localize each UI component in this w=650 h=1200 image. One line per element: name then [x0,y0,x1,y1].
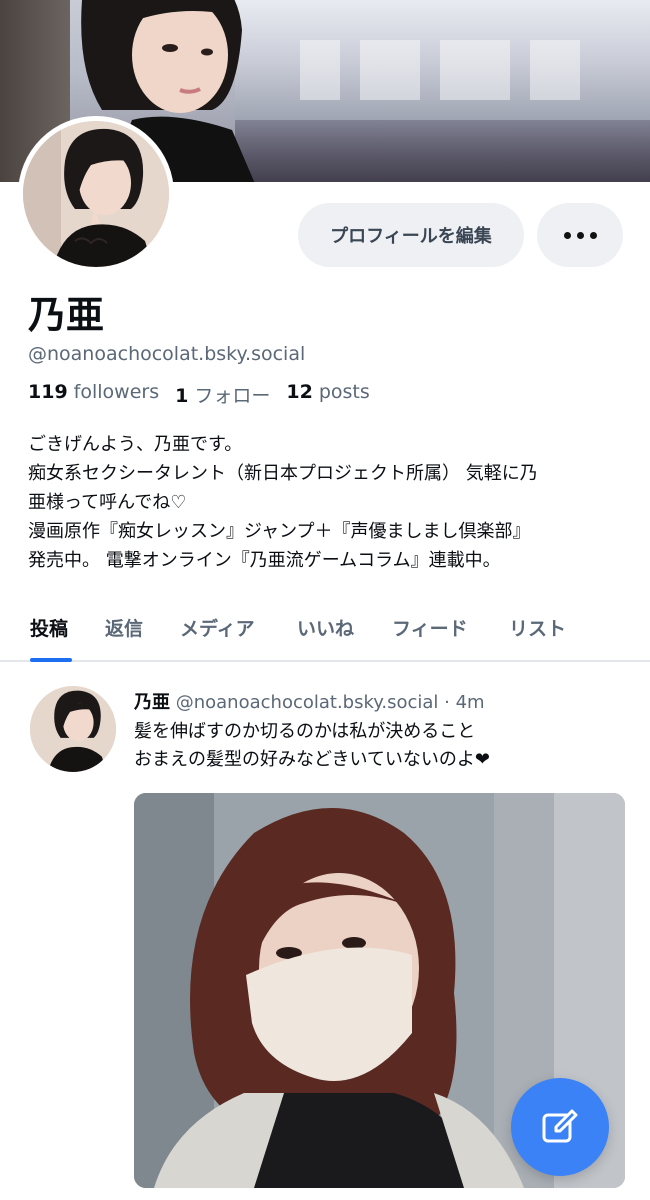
bio-line: ごきげんよう、乃亜です。 [28,434,243,455]
profile-handle: @noanoachocolat.bsky.social [28,343,306,365]
tab-likes[interactable]: いいね [297,614,354,641]
followers-label: followers [73,381,160,403]
bio-line: 痴女系セクシータレント（新日本プロジェクト所属） 気軽に乃 [28,463,538,484]
post-author-handle[interactable]: @noanoachocolat.bsky.social [176,692,439,713]
tab-feeds[interactable]: フィード [392,614,468,641]
posts-label: posts [318,381,370,403]
avatar-portrait [23,121,169,267]
edit-profile-button[interactable]: プロフィールを編集 [298,203,524,267]
banner-window [360,40,420,100]
post-text-line: 髪を伸ばすのか切るのかは私が決めること [134,721,476,742]
profile-tabs: 投稿 返信 メディア いいね フィード リスト [0,606,650,662]
tab-posts[interactable]: 投稿 [30,614,68,641]
banner-window [530,40,580,100]
more-horizontal-icon [561,231,600,239]
post-text: 髪を伸ばすのか切るのかは私が決めること おまえの髪型の好みなどきいていないのよ❤ [134,718,490,774]
followers-count: 119 [28,381,68,403]
post-avatar-portrait [30,686,116,772]
tab-replies[interactable]: 返信 [105,614,143,641]
post-time: 4m [455,692,485,713]
tab-media[interactable]: メディア [180,614,255,641]
profile-bio: ごきげんよう、乃亜です。 痴女系セクシータレント（新日本プロジェクト所属） 気軽… [28,430,628,575]
compose-button[interactable] [511,1078,609,1176]
active-tab-indicator [30,658,72,662]
banner-window [300,40,340,100]
bio-line: 漫画原作『痴女レッスン』ジャンプ＋『声優ましまし倶楽部』 [28,521,531,542]
profile-stats: 119 followers 1 フォロー 12 posts [28,381,370,408]
post-separator: · [444,692,450,713]
bio-line: 発売中。 電撃オンライン『乃亜流ゲームコラム』連載中。 [28,550,501,571]
post-author-avatar[interactable] [30,686,116,772]
bio-line: 亜様って呼んでね♡ [28,492,187,513]
display-name: 乃亜 [28,293,105,337]
banner-window [440,40,510,100]
tab-lists[interactable]: リスト [509,614,566,641]
posts-count: 12 [286,381,313,403]
following-label: フォロー [194,385,271,407]
banner-floor [235,120,650,182]
following-stat[interactable]: 1 フォロー [175,381,270,408]
profile-avatar[interactable] [18,116,174,272]
post-text-line: おまえの髪型の好みなどきいていないのよ❤ [134,749,490,770]
post-header: 乃亜 @noanoachocolat.bsky.social · 4m [134,688,485,714]
post-author-name[interactable]: 乃亜 [134,692,170,713]
more-options-button[interactable] [537,203,623,267]
following-count: 1 [175,385,189,407]
followers-stat[interactable]: 119 followers [28,381,159,408]
edit-profile-label: プロフィールを編集 [330,226,492,247]
posts-stat: 12 posts [286,381,369,408]
compose-icon [542,1109,578,1143]
